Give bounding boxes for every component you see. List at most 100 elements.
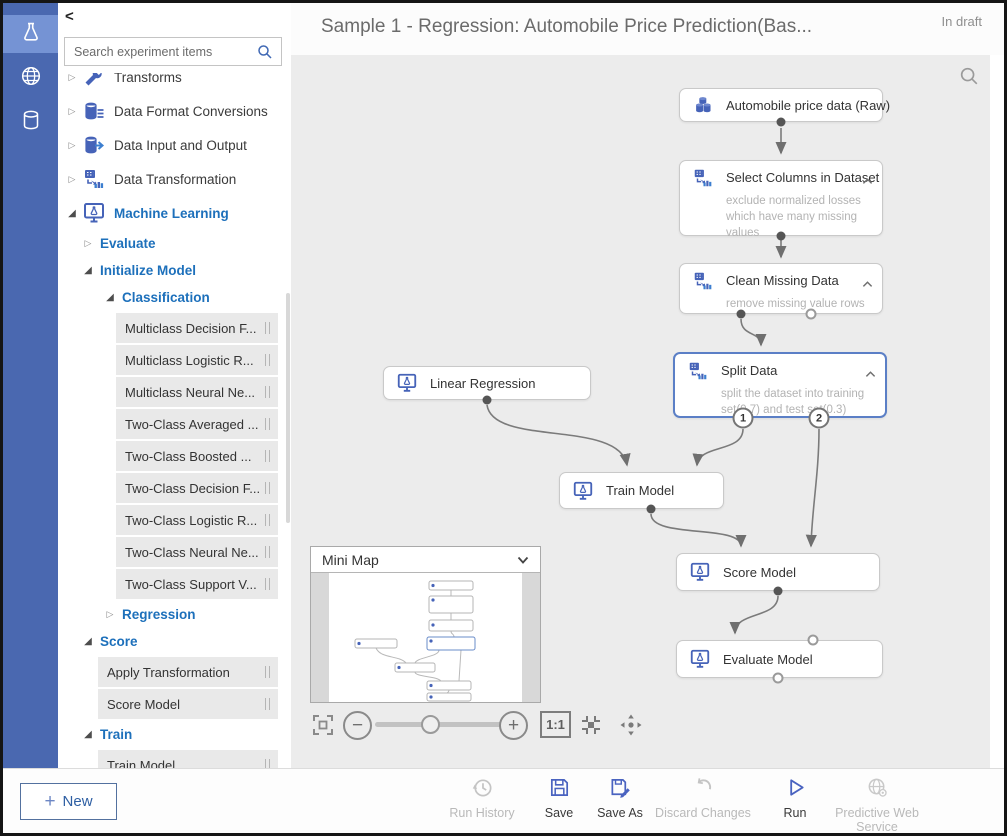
input-port[interactable] <box>808 635 819 646</box>
globe-icon <box>19 64 43 93</box>
new-button[interactable]: + New <box>20 783 117 820</box>
grip-icon <box>265 418 270 430</box>
node-train-model[interactable]: Train Model <box>559 472 724 509</box>
sidebar-item-label: Data Format Conversions <box>114 104 268 119</box>
module-two-class-neural-network[interactable]: Two-Class Neural Ne... <box>116 537 278 567</box>
rail-item-experiments[interactable] <box>3 15 58 53</box>
module-apply-transformation[interactable]: Apply Transformation <box>98 657 278 687</box>
module-two-class-support-vector[interactable]: Two-Class Support V... <box>116 569 278 599</box>
data-transform-icon <box>82 167 106 191</box>
data-io-icon <box>82 133 106 157</box>
transform-icon <box>691 167 715 189</box>
sidebar-category-evaluate[interactable]: ▷ Evaluate <box>58 230 291 257</box>
sidebar-item-machine-learning[interactable]: ◢ Machine Learning <box>58 196 291 230</box>
command-bar: + New Run History Save Save As Discard C… <box>3 768 1004 833</box>
grip-icon <box>265 546 270 558</box>
sidebar-item-data-format-conversions[interactable]: ▷ Data Format Conversions <box>58 94 291 128</box>
triangle-expanded-icon: ◢ <box>82 729 94 740</box>
sidebar-scrollbar[interactable] <box>286 293 290 523</box>
predictive-web-service-button: Predictive Web Service <box>822 776 932 835</box>
sidebar-category-initialize-model[interactable]: ◢ Initialize Model <box>58 257 291 284</box>
data-format-icon <box>82 99 106 123</box>
run-icon <box>784 786 807 803</box>
node-split-data[interactable]: Split Data split the dataset into traini… <box>673 352 887 418</box>
canvas-scroll-gutter <box>990 55 1004 768</box>
module-palette: < ▷ Transforms ▷ Data Format Conversions <box>58 3 291 768</box>
module-two-class-decision-forest[interactable]: Two-Class Decision F... <box>116 473 278 503</box>
experiment-canvas[interactable]: Sample 1 - Regression: Automobile Price … <box>291 3 1004 768</box>
canvas-search-icon[interactable] <box>958 65 980 87</box>
minimap-graph <box>311 573 540 702</box>
search-input[interactable] <box>65 45 256 59</box>
minimap-title: Mini Map <box>322 552 516 568</box>
left-nav-rail <box>3 3 58 768</box>
output-port[interactable] <box>773 673 784 684</box>
chevron-right-icon: ▷ <box>104 609 116 620</box>
grip-icon <box>265 322 270 334</box>
sidebar-category-score[interactable]: ◢ Score <box>58 628 291 655</box>
output-port[interactable] <box>483 396 492 405</box>
node-comment: exclude normalized losses which have man… <box>680 194 882 250</box>
chevron-up-icon[interactable] <box>865 365 876 373</box>
actual-size-button[interactable]: 1:1 <box>540 711 571 738</box>
chevron-right-icon: ▷ <box>66 106 78 117</box>
module-train-model[interactable]: Train Model <box>98 750 278 768</box>
output-port[interactable] <box>777 232 786 241</box>
triangle-expanded-icon: ◢ <box>82 265 94 276</box>
output-port[interactable] <box>737 310 746 319</box>
output-port[interactable] <box>647 505 656 514</box>
node-score-model[interactable]: Score Model <box>676 553 880 591</box>
plus-icon: + <box>44 791 55 813</box>
grip-icon <box>265 514 270 526</box>
output-port[interactable] <box>777 118 786 127</box>
zoom-to-fit-icon[interactable] <box>578 712 604 743</box>
sidebar-item-data-transformation[interactable]: ▷ Data Transformation <box>58 162 291 196</box>
output-port[interactable] <box>774 587 783 596</box>
grip-icon <box>265 759 270 768</box>
zoom-in-button[interactable]: + <box>499 711 528 740</box>
rail-item-datasets[interactable] <box>3 103 58 141</box>
ml-icon <box>571 480 595 502</box>
chevron-down-icon[interactable] <box>516 553 530 567</box>
split-output-port-2[interactable]: 2 <box>809 408 830 429</box>
sidebar-item-transforms[interactable]: ▷ Transforms <box>58 73 291 94</box>
rail-item-web-services[interactable] <box>3 59 58 97</box>
triangle-expanded-icon: ◢ <box>82 636 94 647</box>
sidebar-collapse-button[interactable]: < <box>65 9 74 24</box>
grip-icon <box>265 386 270 398</box>
sidebar-item-label: Data Input and Output <box>114 138 247 153</box>
fit-to-screen-icon[interactable] <box>310 712 336 743</box>
zoom-slider-track[interactable] <box>375 722 515 727</box>
pan-icon[interactable] <box>618 712 644 743</box>
chevron-up-icon[interactable] <box>862 172 873 180</box>
transform-icon <box>691 270 715 292</box>
save-as-icon <box>609 786 632 803</box>
sidebar-category-classification[interactable]: ◢ Classification <box>58 284 291 311</box>
module-multiclass-decision-forest[interactable]: Multiclass Decision F... <box>116 313 278 343</box>
module-multiclass-logistic-regression[interactable]: Multiclass Logistic R... <box>116 345 278 375</box>
transform-icon <box>686 360 710 382</box>
search-icon[interactable] <box>256 43 274 61</box>
chevron-up-icon[interactable] <box>862 275 873 283</box>
module-two-class-averaged[interactable]: Two-Class Averaged ... <box>116 409 278 439</box>
transforms-icon <box>82 73 106 89</box>
sidebar-category-train[interactable]: ◢ Train <box>58 721 291 748</box>
module-score-model[interactable]: Score Model <box>98 689 278 719</box>
minimap-viewport[interactable] <box>311 573 540 702</box>
sidebar-category-regression[interactable]: ▷ Regression <box>58 601 291 628</box>
split-output-port-1[interactable]: 1 <box>733 408 754 429</box>
node-clean-missing-data[interactable]: Clean Missing Data remove missing value … <box>679 263 883 314</box>
module-two-class-logistic-regression[interactable]: Two-Class Logistic R... <box>116 505 278 535</box>
minimap-header[interactable]: Mini Map <box>311 547 540 573</box>
zoom-slider-handle[interactable] <box>421 715 440 734</box>
node-select-columns[interactable]: Select Columns in Dataset exclude normal… <box>679 160 883 236</box>
module-two-class-boosted[interactable]: Two-Class Boosted ... <box>116 441 278 471</box>
workspace: < ▷ Transforms ▷ Data Format Conversions <box>3 3 1004 768</box>
module-multiclass-neural-network[interactable]: Multiclass Neural Ne... <box>116 377 278 407</box>
grip-icon <box>265 450 270 462</box>
output-port[interactable] <box>806 309 817 320</box>
experiment-title: Sample 1 - Regression: Automobile Price … <box>321 16 812 38</box>
ml-icon <box>395 372 419 394</box>
zoom-out-button[interactable]: − <box>343 711 372 740</box>
sidebar-item-data-input-output[interactable]: ▷ Data Input and Output <box>58 128 291 162</box>
